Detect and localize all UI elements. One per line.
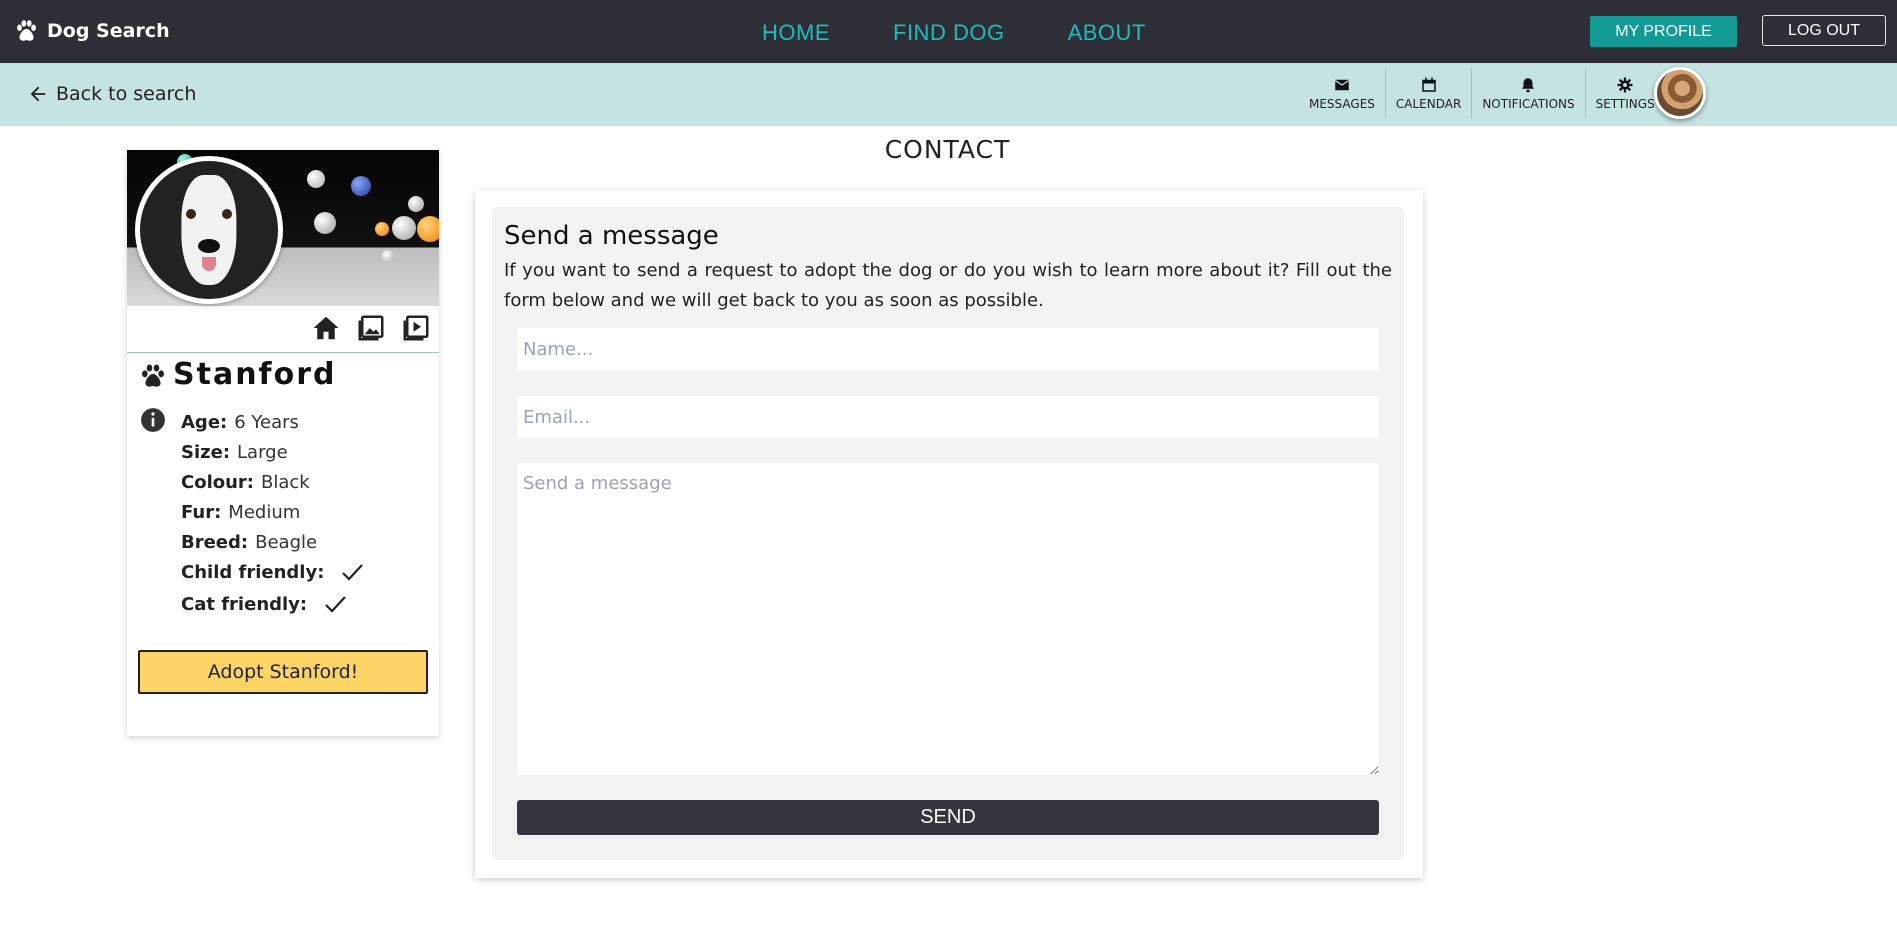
home-icon[interactable] — [311, 313, 341, 343]
send-button[interactable]: SEND — [517, 800, 1379, 835]
contact-title: CONTACT — [884, 135, 1011, 164]
attr-child-friendly: Child friendly: — [181, 557, 365, 587]
envelope-icon — [1334, 79, 1350, 90]
email-input[interactable] — [517, 396, 1379, 438]
card-icon-bar — [311, 313, 431, 343]
attr-value: Medium — [228, 501, 301, 523]
checkmark-icon — [325, 596, 346, 613]
video-icon[interactable] — [401, 313, 431, 343]
nav-find-dog[interactable]: FIND DOG — [893, 20, 1005, 46]
attr-key: Child friendly: — [181, 561, 325, 583]
back-to-search-link[interactable]: Back to search — [27, 83, 196, 105]
attr-value: 6 Years — [234, 411, 299, 433]
attr-value: Black — [261, 471, 310, 493]
attr-key: Size: — [181, 441, 231, 463]
settings-tool[interactable]: SETTINGS — [1586, 68, 1665, 118]
attr-key: Colour: — [181, 471, 255, 493]
calendar-tool[interactable]: CALENDAR — [1386, 68, 1473, 118]
dog-profile-card: Stanford Age: 6 Years Size: Large Colour: B… — [127, 150, 439, 736]
dog-attributes: Age: 6 Years Size: Large Colour: Black Fur:… — [181, 407, 365, 619]
brand-name: Dog Search — [47, 20, 170, 42]
user-tools: MESSAGES CALENDAR NOTIFICATIONS SETTINGS — [1299, 68, 1665, 118]
attr-colour: Colour: Black — [181, 467, 365, 497]
my-profile-button[interactable]: MY PROFILE — [1590, 16, 1737, 47]
dog-name: Stanford — [173, 357, 337, 392]
form-heading: Send a message — [504, 221, 719, 251]
top-navbar: Dog Search HOME FIND DOG ABOUT MY PROFIL… — [0, 0, 1897, 63]
notifications-label: NOTIFICATIONS — [1482, 96, 1575, 111]
message-textarea[interactable] — [517, 463, 1379, 775]
form-intro: If you want to send a request to adopt t… — [504, 260, 1392, 311]
name-input[interactable] — [517, 328, 1379, 371]
settings-label: SETTINGS — [1595, 96, 1655, 111]
gallery-icon[interactable] — [356, 313, 386, 343]
user-avatar[interactable] — [1654, 67, 1706, 119]
adopt-button[interactable]: Adopt Stanford! — [138, 650, 428, 694]
main-nav: HOME FIND DOG ABOUT — [762, 20, 1146, 46]
attr-key: Cat friendly: — [181, 593, 308, 615]
nav-about[interactable]: ABOUT — [1068, 20, 1146, 46]
calendar-icon — [1421, 77, 1436, 92]
dog-name-heading: Stanford — [139, 357, 336, 392]
attr-cat-friendly: Cat friendly: — [181, 589, 365, 619]
contact-form: Send a message If you want to send a req… — [492, 207, 1404, 860]
messages-tool[interactable]: MESSAGES — [1299, 68, 1386, 118]
attr-value: Beagle — [255, 531, 318, 553]
attr-key: Breed: — [181, 531, 249, 553]
sub-toolbar: Back to search MESSAGES CALENDAR NOTIFIC… — [0, 63, 1897, 126]
back-label: Back to search — [56, 83, 197, 105]
paw-icon — [17, 20, 36, 41]
brand[interactable]: Dog Search — [13, 18, 170, 44]
gear-icon — [1617, 77, 1633, 92]
nav-home[interactable]: HOME — [762, 20, 830, 46]
card-divider — [127, 352, 439, 353]
info-icon — [141, 408, 165, 432]
attr-breed: Breed: Beagle — [181, 527, 365, 557]
bell-icon — [1522, 77, 1535, 92]
attr-key: Fur: — [181, 501, 222, 523]
attr-fur: Fur: Medium — [181, 497, 365, 527]
paw-icon — [142, 364, 164, 387]
attr-key: Age: — [181, 411, 228, 433]
attr-size: Size: Large — [181, 437, 365, 467]
dog-photo — [135, 156, 283, 304]
notifications-tool[interactable]: NOTIFICATIONS — [1472, 68, 1586, 118]
attr-age: Age: 6 Years — [181, 407, 365, 437]
checkmark-icon — [342, 564, 364, 581]
attr-value: Large — [237, 441, 288, 463]
logout-button[interactable]: LOG OUT — [1762, 15, 1886, 46]
messages-label: MESSAGES — [1309, 96, 1375, 111]
arrow-left-icon — [30, 86, 46, 102]
calendar-label: CALENDAR — [1395, 96, 1462, 111]
